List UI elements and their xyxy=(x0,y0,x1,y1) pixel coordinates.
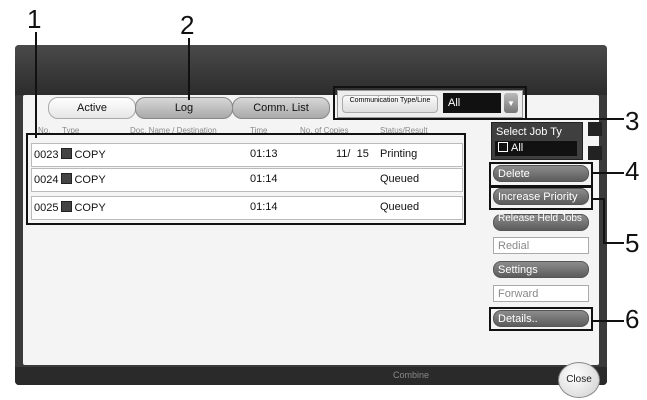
callout-3: 3 xyxy=(625,106,640,136)
callout-line-1 xyxy=(35,32,37,138)
scroll-tab[interactable] xyxy=(588,122,602,136)
callout-line-6 xyxy=(593,320,624,322)
callout-6: 6 xyxy=(625,304,640,334)
tab-log[interactable]: Log xyxy=(135,97,233,119)
callout-line-5a xyxy=(603,198,605,243)
select-job-type-label: Select Job Ty xyxy=(496,126,562,138)
combine-label: Combine xyxy=(393,370,430,380)
details-highlight xyxy=(489,307,593,331)
redial-button[interactable]: Redial xyxy=(493,237,589,254)
callout-2: 2 xyxy=(180,10,195,40)
release-held-jobs-button[interactable]: Release Held Jobs xyxy=(493,214,589,231)
callout-1: 1 xyxy=(27,4,42,34)
screen-bottom-bar: Combine xyxy=(15,367,607,385)
settings-button[interactable]: Settings xyxy=(493,261,589,278)
callout-line-2 xyxy=(188,38,190,100)
delete-highlight xyxy=(489,162,593,187)
scroll-tab[interactable] xyxy=(588,146,602,160)
job-list-highlight xyxy=(26,133,466,225)
select-job-type[interactable]: Select Job Ty All xyxy=(491,122,583,160)
callout-4: 4 xyxy=(625,156,640,186)
tab-active[interactable]: Active xyxy=(48,97,136,119)
select-job-type-value-text: All xyxy=(511,142,524,154)
callout-line-3 xyxy=(520,118,624,120)
comm-type-highlight xyxy=(333,86,527,120)
callout-line-5c xyxy=(603,242,624,244)
close-button[interactable]: Close xyxy=(558,362,600,398)
select-job-type-value[interactable]: All xyxy=(495,141,577,156)
forward-button[interactable]: Forward xyxy=(493,285,589,302)
callout-line-4 xyxy=(593,172,624,174)
tab-comm-list[interactable]: Comm. List xyxy=(232,97,330,119)
callout-line-5b xyxy=(593,198,604,200)
increase-priority-highlight xyxy=(489,186,593,210)
callout-5: 5 xyxy=(625,228,640,258)
job-type-icon xyxy=(498,142,508,152)
